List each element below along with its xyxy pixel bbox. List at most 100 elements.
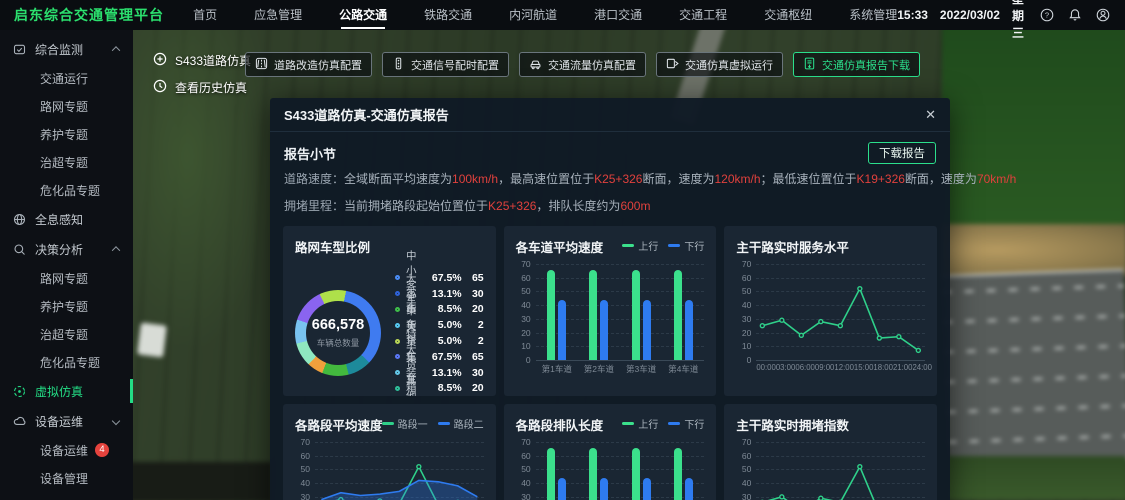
summary-label: 道路速度： [284, 172, 344, 186]
sidebar-item-1[interactable]: 交通运行 [0, 64, 133, 92]
legend-marker [668, 244, 680, 247]
vr-icon [12, 384, 27, 399]
map-vegetation [945, 456, 1125, 500]
sidebar-item-13[interactable]: 设备运维 [0, 406, 133, 436]
sidebar-item-15[interactable]: 设备管理 [0, 464, 133, 492]
x-axis-label: 21:00 [893, 363, 913, 372]
bar-series [536, 442, 705, 500]
map-overlay-button-1[interactable]: 查看历史仿真 [153, 79, 251, 96]
data-point [761, 324, 765, 328]
y-axis-tick: 20 [521, 328, 530, 338]
legend-item[interactable]: 上行 [622, 238, 658, 253]
chart-panel-bar: 各车道平均速度上行下行010203040506070第1车道第2车道第3车道第4… [504, 226, 717, 396]
bell-icon[interactable] [1067, 7, 1083, 24]
chart-legend: 上行 下行 [622, 238, 704, 253]
legend-label: 下行 [684, 238, 704, 253]
bar-cluster [620, 264, 662, 360]
legend-dot [395, 370, 400, 375]
bar-cluster [536, 264, 578, 360]
legend-item[interactable]: 路段二 [438, 416, 484, 431]
y-axis-tick: 10 [521, 341, 530, 351]
y-axis-tick: 50 [521, 464, 530, 474]
legend-dot [395, 307, 400, 312]
report-download-icon [803, 57, 816, 73]
bar-下行 [643, 478, 651, 500]
sidebar-item-label: 养护专题 [40, 126, 88, 143]
traffic-flow-icon [529, 57, 542, 73]
legend-row[interactable]: 其他8.5%20 [395, 381, 484, 396]
data-point [858, 465, 862, 469]
nav-item-8[interactable]: 系统管理 [849, 0, 897, 30]
legend-percent: 5.0% [426, 319, 462, 331]
nav-item-2[interactable]: 公路交通 [339, 0, 387, 30]
sidebar-item-5[interactable]: 危化品专题 [0, 176, 133, 204]
map-view[interactable]: S433道路仿真查看历史仿真 道路改造仿真配置交通信号配时配置交通流量仿真配置交… [133, 30, 1125, 500]
nav-item-4[interactable]: 内河航道 [509, 0, 557, 30]
sidebar-item-14[interactable]: 设备运维4 [0, 436, 133, 464]
chart-panel-bar: 各路段排队长度上行下行010203040506070 [504, 404, 717, 500]
nav-item-7[interactable]: 交通枢纽 [764, 0, 812, 30]
close-icon[interactable]: ✕ [925, 107, 936, 123]
notification-badge: 4 [95, 443, 109, 457]
legend-marker [382, 422, 394, 425]
nav-item-3[interactable]: 铁路交通 [424, 0, 472, 30]
sidebar-item-10[interactable]: 治超专题 [0, 320, 133, 348]
bar-chart-plot: 010203040506070 [536, 442, 705, 500]
toolbar-button-label: 交通仿真报告下载 [822, 57, 910, 73]
map-overlay-button-0[interactable]: S433道路仿真 [153, 52, 251, 69]
nav-item-6[interactable]: 交通工程 [679, 0, 727, 30]
bar-下行 [685, 300, 693, 360]
help-icon[interactable]: ? [1039, 7, 1055, 24]
nav-item-0[interactable]: 首页 [193, 0, 217, 30]
line-chart-plot: 010203040506070 [315, 442, 484, 500]
sidebar-item-12[interactable]: 虚拟仿真 [0, 376, 133, 406]
sidebar-item-6[interactable]: 全息感知 [0, 204, 133, 234]
toolbar-button-4[interactable]: 交通仿真报告下载 [793, 52, 920, 77]
y-axis-tick: 70 [521, 437, 530, 447]
chart-legend: 路段一路段二 [382, 416, 484, 431]
summary-highlight: K25+326 [594, 172, 642, 186]
legend-item[interactable]: 路段一 [382, 416, 428, 431]
sidebar-item-label: 危化品专题 [40, 182, 100, 199]
legend-marker [622, 422, 634, 425]
sidebar-item-3[interactable]: 养护专题 [0, 120, 133, 148]
sidebar-item-4[interactable]: 治超专题 [0, 148, 133, 176]
map-soil-patch [942, 224, 1125, 276]
y-axis-tick: 60 [742, 273, 751, 283]
data-point [917, 348, 921, 352]
legend-item[interactable]: 上行 [622, 416, 658, 431]
chart-panel-donut: 路网车型比例666,578车辆总数量中小客车67.5%65大客车13.1%30小… [283, 226, 496, 396]
y-axis-tick: 60 [301, 451, 310, 461]
sidebar-item-7[interactable]: 决策分析 [0, 234, 133, 264]
sidebar-item-0[interactable]: 综合监测 [0, 34, 133, 64]
bar-下行 [685, 478, 693, 500]
chart-panel-line: 主干路实时拥堵指数010203040506070 [724, 404, 937, 500]
sidebar-item-11[interactable]: 危化品专题 [0, 348, 133, 376]
x-axis-label: 06:00 [795, 363, 815, 372]
toolbar-button-1[interactable]: 交通信号配时配置 [382, 52, 509, 77]
nav-item-5[interactable]: 港口交通 [594, 0, 642, 30]
donut-legend: 中小客车67.5%65大客车13.1%30小货车8.5%20中货车5.0%2大货… [395, 270, 484, 396]
sim-toolbar: 道路改造仿真配置交通信号配时配置交通流量仿真配置交通仿真虚拟运行 交通仿真报告下载 [245, 52, 920, 77]
x-axis-labels: 第1车道第2车道第3车道第4车道 [536, 363, 705, 375]
legend-item[interactable]: 下行 [668, 416, 704, 431]
toolbar-button-3[interactable]: 交通仿真虚拟运行 [656, 52, 783, 77]
legend-percent: 67.5% [426, 351, 462, 363]
user-icon[interactable] [1095, 7, 1111, 24]
nav-item-1[interactable]: 应急管理 [254, 0, 302, 30]
bar-上行 [589, 270, 597, 361]
legend-value: 2 [462, 319, 484, 331]
map-shadow-patch [133, 462, 272, 500]
line-chart-plot: 010203040506070 [756, 264, 925, 360]
sidebar-item-9[interactable]: 养护专题 [0, 292, 133, 320]
toolbar-button-2[interactable]: 交通流量仿真配置 [519, 52, 646, 77]
legend-item[interactable]: 下行 [668, 238, 704, 253]
download-report-button[interactable]: 下载报告 [868, 142, 936, 164]
y-axis-tick: 60 [521, 451, 530, 461]
sidebar-item-8[interactable]: 路网专题 [0, 264, 133, 292]
toolbar-button-0[interactable]: 道路改造仿真配置 [245, 52, 372, 77]
y-axis-tick: 50 [742, 464, 751, 474]
sidebar-item-2[interactable]: 路网专题 [0, 92, 133, 120]
y-axis-tick: 70 [301, 437, 310, 447]
map-overlay-buttons: S433道路仿真查看历史仿真 [153, 52, 251, 96]
